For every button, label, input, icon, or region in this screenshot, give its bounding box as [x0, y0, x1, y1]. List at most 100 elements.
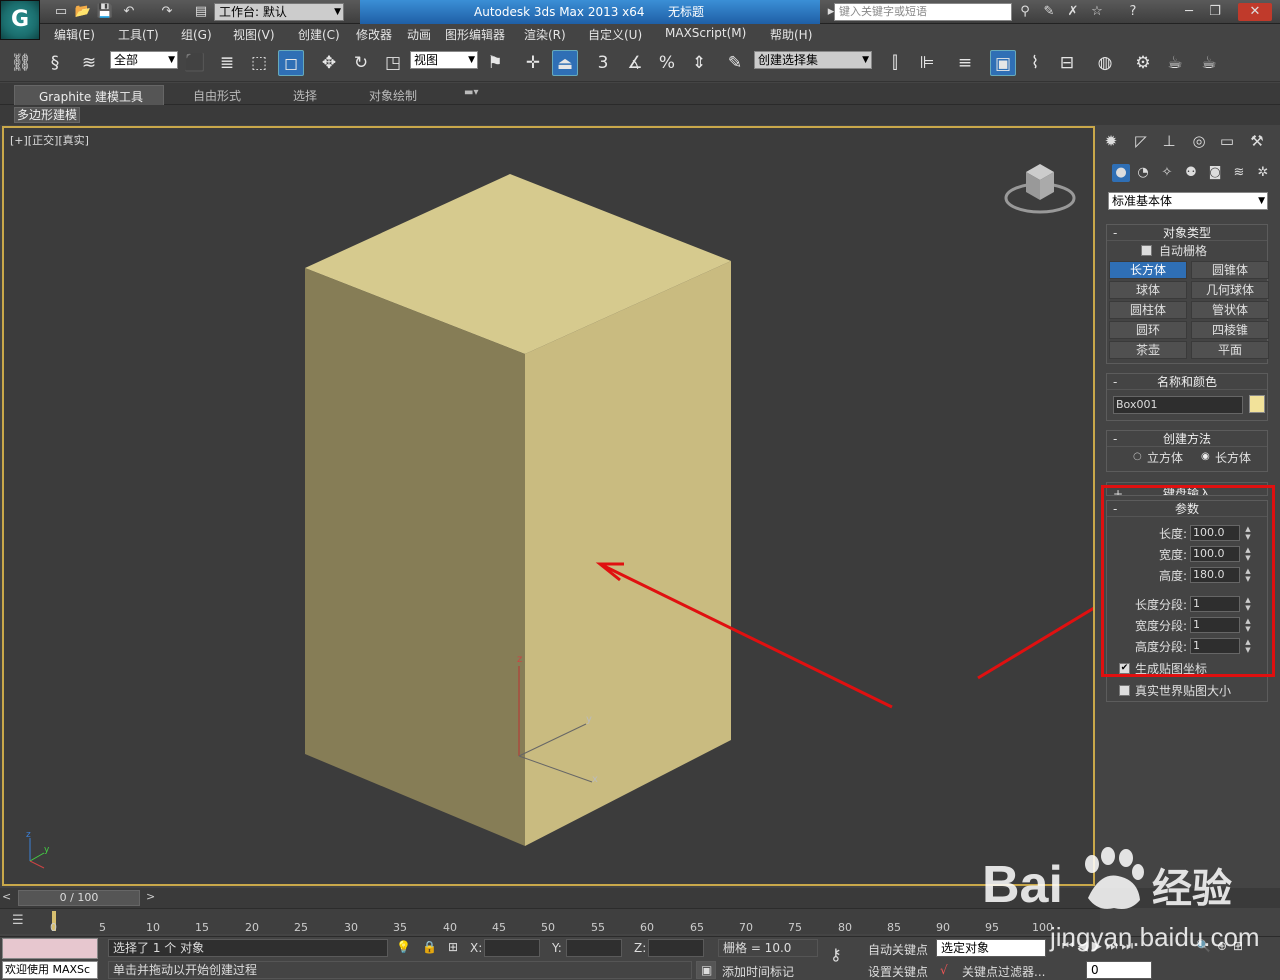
tab-graphite-modeling[interactable]: Graphite 建模工具	[14, 85, 164, 105]
box-right-face[interactable]	[525, 261, 731, 846]
menu-tools[interactable]: 工具(T)	[118, 26, 159, 43]
menu-customize[interactable]: 自定义(U)	[588, 26, 642, 43]
object-name-field[interactable]: Box001	[1113, 396, 1243, 414]
minimize-icon[interactable]: ─	[1180, 3, 1198, 21]
open-file-icon[interactable]: 📂	[74, 3, 92, 21]
new-file-icon[interactable]: ▭	[52, 3, 70, 21]
tab-selection[interactable]: 选择	[293, 87, 317, 104]
utilities-tab-icon[interactable]: ⚒	[1246, 130, 1268, 152]
absolute-mode-icon[interactable]: ⊞	[448, 940, 458, 954]
cone-button[interactable]: 圆锥体	[1191, 261, 1269, 279]
mirror-icon[interactable]: ⫿	[882, 50, 908, 76]
tab-freeform[interactable]: 自由形式	[193, 87, 241, 104]
keyboard-shortcut-override-icon[interactable]: ⏏	[552, 50, 578, 76]
angle-snap-icon[interactable]: ∡	[622, 50, 648, 76]
menu-rendering[interactable]: 渲染(R)	[524, 26, 566, 43]
modify-tab-icon[interactable]: ◸	[1130, 130, 1152, 152]
track-bar-toggle-icon[interactable]: ☰	[12, 913, 24, 928]
maxscript-output[interactable]: 欢迎使用 MAXSc	[2, 961, 98, 979]
project-folder-icon[interactable]: ▤	[192, 3, 210, 21]
playback-controls[interactable]: ⏮◀▶⏭⏭	[1062, 939, 1137, 954]
box-radio[interactable]: ◉	[1201, 451, 1210, 462]
undo-icon[interactable]: ↶	[120, 3, 138, 21]
add-time-tag-label[interactable]: 添加时间标记	[722, 963, 794, 980]
close-icon[interactable]: ✕	[1238, 3, 1272, 21]
cylinder-button[interactable]: 圆柱体	[1109, 301, 1187, 319]
render-teapot-icon[interactable]: ☕	[1196, 50, 1222, 76]
communication-icon[interactable]: ✗	[1064, 3, 1082, 21]
geosphere-button[interactable]: 几何球体	[1191, 281, 1269, 299]
timeline-track[interactable]: ☰ 0 5 10 15 20 25 30 35 40 45 50 55 60 6…	[0, 908, 1100, 934]
curve-editor-icon[interactable]: ⌇	[1022, 50, 1048, 76]
menu-group[interactable]: 组(G)	[181, 26, 212, 43]
object-color-swatch[interactable]	[1249, 395, 1265, 413]
restore-icon[interactable]: ❐	[1206, 3, 1224, 21]
maxscript-listener-mini[interactable]	[2, 938, 98, 959]
align-icon[interactable]: ⊫	[914, 50, 940, 76]
graphite-toggle-icon[interactable]: ▣	[990, 50, 1016, 76]
lights-icon[interactable]: ✧	[1158, 164, 1176, 182]
save-file-icon[interactable]: 💾	[96, 3, 114, 21]
x-coordinate-field[interactable]	[484, 939, 540, 957]
z-coordinate-field[interactable]	[648, 939, 704, 957]
search-input[interactable]: 键入关键字或短语	[834, 3, 1012, 21]
spinner-snap-icon[interactable]: ⇕	[686, 50, 712, 76]
select-by-name-icon[interactable]: ≣	[214, 50, 240, 76]
scale-icon[interactable]: ◳	[380, 50, 406, 76]
box-left-face[interactable]	[305, 268, 525, 846]
object-category-dropdown[interactable]: 标准基本体 ▼	[1108, 192, 1268, 210]
sphere-button[interactable]: 球体	[1109, 281, 1187, 299]
render-setup-icon[interactable]: ⚙	[1130, 50, 1156, 76]
isolate-icon[interactable]: 💡	[396, 940, 411, 954]
geometry-icon[interactable]: ●	[1112, 164, 1130, 182]
torus-button[interactable]: 圆环	[1109, 321, 1187, 339]
menu-help[interactable]: 帮助(H)	[770, 26, 812, 43]
time-tag-icon[interactable]: ▣	[696, 961, 716, 979]
menu-graph-editors[interactable]: 图形编辑器	[445, 26, 505, 43]
help-icon[interactable]: ?	[1124, 3, 1142, 21]
reference-coordinate-dropdown[interactable]: 视图 ▼	[410, 51, 478, 69]
current-frame-field[interactable]: 0	[1086, 961, 1152, 979]
time-prev-icon[interactable]: <	[2, 890, 11, 903]
workspace-dropdown[interactable]: 工作台: 默认 ▼	[214, 3, 344, 21]
selection-filter-dropdown[interactable]: 全部 ▼	[110, 51, 178, 69]
binoculars-icon[interactable]: ⚲	[1016, 3, 1034, 21]
cameras-icon[interactable]: ⚉	[1182, 164, 1200, 182]
time-slider[interactable]: 0 / 100	[18, 890, 140, 906]
pivot-center-icon[interactable]: ⚑	[482, 50, 508, 76]
select-manipulate-icon[interactable]: ✛	[520, 50, 546, 76]
object-type-header[interactable]: - 对象类型	[1107, 225, 1267, 241]
rendered-frame-icon[interactable]: ☕	[1162, 50, 1188, 76]
app-logo-icon[interactable]: G	[0, 0, 40, 40]
menu-view[interactable]: 视图(V)	[233, 26, 275, 43]
move-icon[interactable]: ✥	[316, 50, 342, 76]
edit-named-selection-icon[interactable]: ✎	[722, 50, 748, 76]
time-next-icon[interactable]: >	[146, 890, 155, 903]
set-key-icon[interactable]: ⚷	[830, 945, 842, 964]
set-key-button[interactable]: 设置关键点	[868, 963, 928, 980]
layer-manager-icon[interactable]: ≡	[952, 50, 978, 76]
creation-method-header[interactable]: - 创建方法	[1107, 431, 1267, 447]
autogrid-checkbox[interactable]	[1141, 245, 1152, 256]
unlink-icon[interactable]: §	[42, 50, 68, 76]
percent-snap-icon[interactable]: %	[654, 50, 680, 76]
lock-selection-icon[interactable]: 🔒	[422, 940, 437, 954]
tube-button[interactable]: 管状体	[1191, 301, 1269, 319]
helpers-icon[interactable]: ◙	[1206, 164, 1224, 182]
bind-space-warp-icon[interactable]: ≋	[76, 50, 102, 76]
plane-button[interactable]: 平面	[1191, 341, 1269, 359]
select-link-icon[interactable]: ⛓	[8, 50, 34, 76]
pyramid-button[interactable]: 四棱锥	[1191, 321, 1269, 339]
polygon-modeling-tab[interactable]: 多边形建模	[14, 107, 80, 123]
space-warps-icon[interactable]: ≋	[1230, 164, 1248, 182]
key-filters-button[interactable]: 关键点过滤器...	[962, 963, 1045, 980]
real-world-checkbox[interactable]	[1119, 685, 1130, 696]
named-selection-set-dropdown[interactable]: 创建选择集 ▼	[754, 51, 872, 69]
subscription-icon[interactable]: ✎	[1040, 3, 1058, 21]
rectangle-selection-icon[interactable]: ⬚	[246, 50, 272, 76]
material-editor-icon[interactable]: ◍	[1092, 50, 1118, 76]
menu-maxscript[interactable]: MAXScript(M)	[665, 26, 746, 40]
window-crossing-icon[interactable]: ◻	[278, 50, 304, 76]
display-tab-icon[interactable]: ▭	[1216, 130, 1238, 152]
redo-icon[interactable]: ↷	[158, 3, 176, 21]
